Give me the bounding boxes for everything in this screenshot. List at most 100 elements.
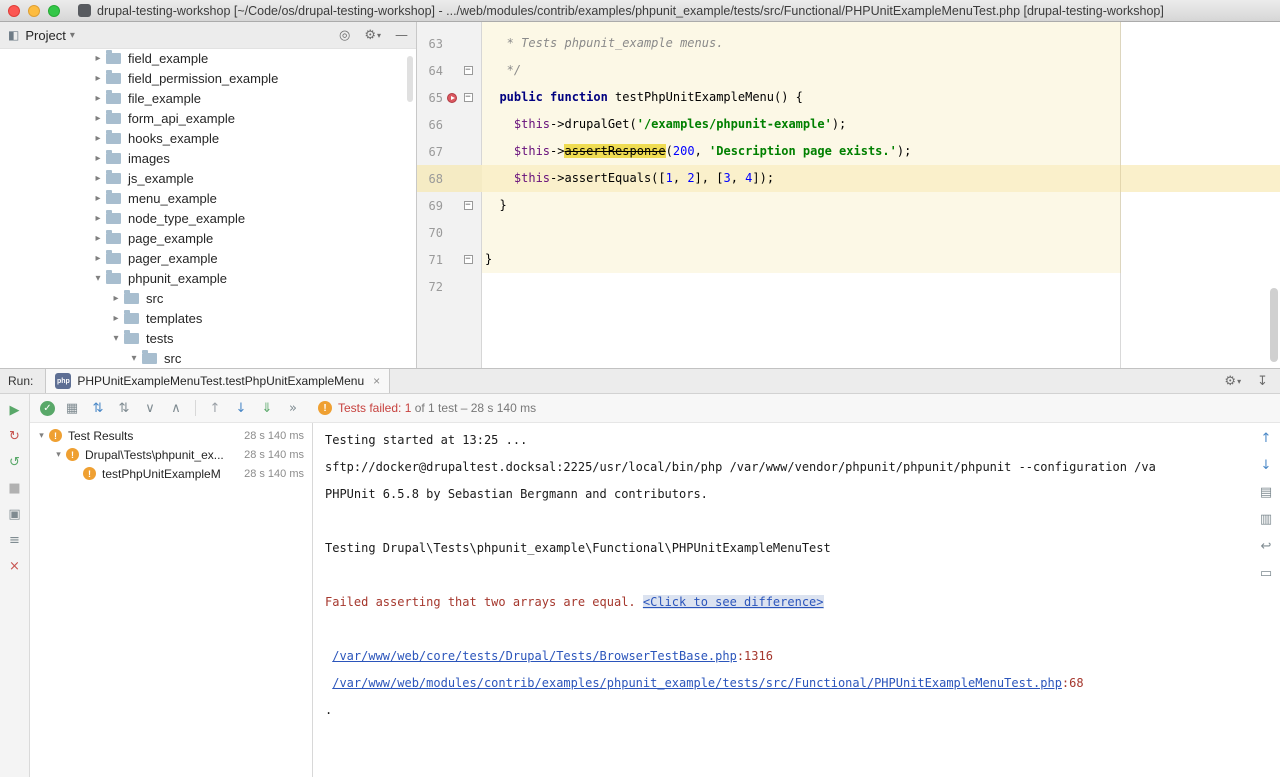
rerun-test-icon[interactable]: ▶ <box>6 401 24 419</box>
code-line[interactable]: } <box>482 192 1280 219</box>
run-tab[interactable]: php PHPUnitExampleMenuTest.testPhpUnitEx… <box>45 369 390 393</box>
chevron-down-icon[interactable]: ▾ <box>108 333 124 344</box>
project-tree-item[interactable]: ▾tests <box>0 328 416 348</box>
export-test-results-icon[interactable]: ▤ <box>1257 483 1275 501</box>
chevron-right-icon[interactable]: ▸ <box>90 193 106 204</box>
test-tree-item[interactable]: ▾!Test Results28 s 140 ms <box>30 426 312 445</box>
project-tree-item[interactable]: ▸form_api_example <box>0 108 416 128</box>
show-ignored-icon[interactable]: ▦ <box>63 399 81 417</box>
folder-icon <box>106 233 121 244</box>
expand-all-icon[interactable]: ∨ <box>141 399 159 417</box>
code-token: 3 <box>723 171 730 185</box>
settings-gear-icon[interactable]: ⚙▾ <box>1224 374 1241 389</box>
locate-file-icon[interactable]: ◎ <box>339 28 350 43</box>
hide-panel-icon[interactable]: — <box>395 28 408 43</box>
stacktrace-file-link[interactable]: /var/www/web/modules/contrib/examples/ph… <box>332 676 1062 690</box>
fold-icon[interactable]: − <box>464 93 473 102</box>
sort-by-duration-icon[interactable]: ⇅ <box>89 399 107 417</box>
chevron-down-icon[interactable]: ▾ <box>126 353 142 364</box>
close-tab-icon[interactable]: × <box>6 557 24 575</box>
stacktrace-file-link[interactable]: /var/www/web/core/tests/Drupal/Tests/Bro… <box>332 649 737 663</box>
editor-pane[interactable]: 63 * Tests phpunit_example menus.64− */6… <box>417 22 1280 368</box>
project-tree-item[interactable]: ▸node_type_example <box>0 208 416 228</box>
show-passed-icon[interactable]: ✓ <box>40 401 55 416</box>
print-console-icon[interactable]: ▥ <box>1257 510 1275 528</box>
chevron-right-icon[interactable]: ▸ <box>90 233 106 244</box>
chevron-right-icon[interactable]: ▸ <box>90 113 106 124</box>
chevron-down-icon[interactable]: ▾ <box>34 430 49 441</box>
sort-alphabetically-icon[interactable]: ⇅ <box>115 399 133 417</box>
project-tree-item[interactable]: ▸page_example <box>0 228 416 248</box>
project-tree-item[interactable]: ▸file_example <box>0 88 416 108</box>
code-line[interactable]: * Tests phpunit_example menus. <box>482 30 1280 57</box>
chevron-right-icon[interactable]: ▸ <box>108 293 124 304</box>
project-tree-item[interactable]: ▸hooks_example <box>0 128 416 148</box>
project-tree-item[interactable]: ▸pager_example <box>0 248 416 268</box>
fold-icon[interactable]: − <box>464 201 473 210</box>
project-tree-item[interactable]: ▾src <box>0 348 416 368</box>
project-tree-item[interactable]: ▸images <box>0 148 416 168</box>
chevron-down-icon[interactable]: ▾ <box>90 273 106 284</box>
more-options-icon[interactable]: » <box>284 399 302 417</box>
next-failed-test-icon[interactable]: ↓ <box>232 399 250 417</box>
project-tree-item[interactable]: ▸js_example <box>0 168 416 188</box>
project-tree-item[interactable]: ▸menu_example <box>0 188 416 208</box>
chevron-right-icon[interactable]: ▸ <box>90 213 106 224</box>
chevron-right-icon[interactable]: ▸ <box>90 173 106 184</box>
rerun-failed-tests-icon[interactable]: ↻ <box>6 427 24 445</box>
chevron-right-icon[interactable]: ▸ <box>90 153 106 164</box>
project-tree-item[interactable]: ▸src <box>0 288 416 308</box>
chevron-down-icon[interactable]: ▾ <box>51 449 66 460</box>
scroll-to-top-icon[interactable]: ↑ <box>1257 429 1275 447</box>
project-scrollbar[interactable] <box>407 56 413 102</box>
failed-test-gutter-icon[interactable] <box>447 93 457 103</box>
code-line[interactable]: $this->assertResponse(200, 'Description … <box>482 138 1280 165</box>
import-test-results-icon[interactable]: ⇓ <box>258 399 276 417</box>
chevron-right-icon[interactable]: ▸ <box>90 133 106 144</box>
fold-icon[interactable]: − <box>464 66 473 75</box>
line-number: 70 <box>417 226 443 240</box>
settings-gear-icon[interactable]: ⚙▾ <box>364 28 381 43</box>
project-panel-title[interactable]: Project <box>25 28 65 43</box>
dock-panel-icon[interactable]: ↧ <box>1257 374 1268 389</box>
stop-icon[interactable]: ■ <box>6 479 24 497</box>
editor-line: 63 * Tests phpunit_example menus. <box>417 30 1280 57</box>
code-line[interactable]: public function testPhpUnitExampleMenu()… <box>482 84 1280 111</box>
collapse-all-icon[interactable]: ∧ <box>167 399 185 417</box>
restore-layout-icon[interactable]: ▣ <box>6 505 24 523</box>
previous-failed-test-icon[interactable]: ↑ <box>206 399 224 417</box>
close-window-button[interactable] <box>8 5 20 17</box>
toggle-auto-test-icon[interactable]: ↺ <box>6 453 24 471</box>
code-line[interactable] <box>482 273 1280 300</box>
project-tree-item[interactable]: ▸field_permission_example <box>0 68 416 88</box>
code-line[interactable]: } <box>482 246 1280 273</box>
project-tree-item[interactable]: ▸templates <box>0 308 416 328</box>
minimize-window-button[interactable] <box>28 5 40 17</box>
chevron-right-icon[interactable]: ▸ <box>90 53 106 64</box>
fold-icon[interactable]: − <box>464 255 473 264</box>
chevron-right-icon[interactable]: ▸ <box>90 73 106 84</box>
code-line[interactable]: $this->assertEquals([1, 2], [3, 4]); <box>482 165 1280 192</box>
chevron-right-icon[interactable]: ▸ <box>90 93 106 104</box>
chevron-right-icon[interactable]: ▸ <box>108 313 124 324</box>
editor-line: 72 <box>417 273 1280 300</box>
pin-tab-icon[interactable]: ≡ <box>6 531 24 549</box>
code-token: ); <box>897 144 911 158</box>
test-console[interactable]: Testing started at 13:25 ...sftp://docke… <box>313 423 1280 777</box>
zoom-window-button[interactable] <box>48 5 60 17</box>
code-line[interactable]: $this->drupalGet('/examples/phpunit-exam… <box>482 111 1280 138</box>
close-icon[interactable]: × <box>373 374 380 388</box>
see-difference-link[interactable]: <Click to see difference> <box>643 595 824 609</box>
chevron-right-icon[interactable]: ▸ <box>90 253 106 264</box>
project-tree-item[interactable]: ▾phpunit_example <box>0 268 416 288</box>
code-line[interactable]: */ <box>482 57 1280 84</box>
project-tree-item[interactable]: ▸field_example <box>0 48 416 68</box>
soft-wrap-icon[interactable]: ↩ <box>1257 537 1275 555</box>
editor-scrollbar[interactable] <box>1270 288 1278 362</box>
clear-console-icon[interactable]: ▭ <box>1257 564 1275 582</box>
test-tree-item[interactable]: !testPhpUnitExampleM28 s 140 ms <box>30 464 312 483</box>
test-tree-item[interactable]: ▾!Drupal\Tests\phpunit_ex...28 s 140 ms <box>30 445 312 464</box>
scroll-to-bottom-icon[interactable]: ↓ <box>1257 456 1275 474</box>
code-line[interactable] <box>482 219 1280 246</box>
line-number: 66 <box>417 118 443 132</box>
